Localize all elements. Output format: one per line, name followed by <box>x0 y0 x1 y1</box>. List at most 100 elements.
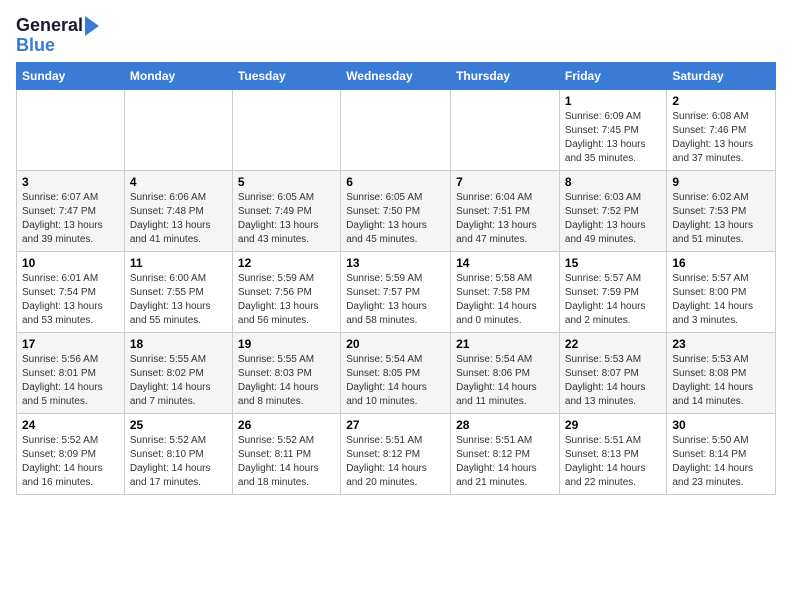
calendar-cell: 18 Sunrise: 5:55 AM Sunset: 8:02 PM Dayli… <box>124 332 232 413</box>
day-detail: Sunrise: 5:59 AM Sunset: 7:57 PM Dayligh… <box>346 273 427 326</box>
day-detail: Sunrise: 5:52 AM Sunset: 8:10 PM Dayligh… <box>130 435 211 488</box>
day-header-friday: Friday <box>559 62 666 89</box>
day-detail: Sunrise: 5:54 AM Sunset: 8:06 PM Dayligh… <box>456 354 537 407</box>
calendar-cell: 30 Sunrise: 5:50 AM Sunset: 8:14 PM Dayli… <box>667 413 776 494</box>
day-header-saturday: Saturday <box>667 62 776 89</box>
calendar-cell: 12 Sunrise: 5:59 AM Sunset: 7:56 PM Dayli… <box>232 251 340 332</box>
day-detail: Sunrise: 6:00 AM Sunset: 7:55 PM Dayligh… <box>130 273 211 326</box>
logo-blue-text: Blue <box>16 36 55 56</box>
calendar-cell: 25 Sunrise: 5:52 AM Sunset: 8:10 PM Dayli… <box>124 413 232 494</box>
day-number: 24 <box>22 418 119 432</box>
day-detail: Sunrise: 5:55 AM Sunset: 8:02 PM Dayligh… <box>130 354 211 407</box>
calendar-cell: 26Sunrise: 5:52 AM Sunset: 8:11 PM Dayli… <box>232 413 340 494</box>
day-detail: Sunrise: 6:05 AM Sunset: 7:49 PM Dayligh… <box>238 192 319 245</box>
day-detail: Sunrise: 5:51 AM Sunset: 8:13 PM Dayligh… <box>565 435 646 488</box>
day-detail: Sunrise: 5:51 AM Sunset: 8:12 PM Dayligh… <box>456 435 537 488</box>
day-number: 5 <box>238 175 335 189</box>
day-detail: Sunrise: 5:50 AM Sunset: 8:14 PM Dayligh… <box>672 435 753 488</box>
calendar-cell: 19 Sunrise: 5:55 AM Sunset: 8:03 PM Dayli… <box>232 332 340 413</box>
calendar-cell <box>341 89 451 170</box>
day-number: 13 <box>346 256 445 270</box>
logo-arrow-icon <box>85 16 99 36</box>
calendar-cell: 20 Sunrise: 5:54 AM Sunset: 8:05 PM Dayli… <box>341 332 451 413</box>
day-number: 23 <box>672 337 770 351</box>
calendar-cell <box>232 89 340 170</box>
day-number: 25 <box>130 418 227 432</box>
day-number: 22 <box>565 337 661 351</box>
day-number: 10 <box>22 256 119 270</box>
day-number: 17 <box>22 337 119 351</box>
day-number: 6 <box>346 175 445 189</box>
calendar-cell: 23 Sunrise: 5:53 AM Sunset: 8:08 PM Dayli… <box>667 332 776 413</box>
day-header-thursday: Thursday <box>451 62 560 89</box>
day-detail: Sunrise: 5:55 AM Sunset: 8:03 PM Dayligh… <box>238 354 319 407</box>
day-number: 21 <box>456 337 554 351</box>
day-detail: Sunrise: 5:53 AM Sunset: 8:08 PM Dayligh… <box>672 354 753 407</box>
day-number: 26 <box>238 418 335 432</box>
day-detail: Sunrise: 5:54 AM Sunset: 8:05 PM Dayligh… <box>346 354 427 407</box>
calendar-cell: 3Sunrise: 6:07 AM Sunset: 7:47 PM Daylig… <box>17 170 125 251</box>
calendar-cell: 15 Sunrise: 5:57 AM Sunset: 7:59 PM Dayli… <box>559 251 666 332</box>
day-header-tuesday: Tuesday <box>232 62 340 89</box>
day-header-wednesday: Wednesday <box>341 62 451 89</box>
day-header-sunday: Sunday <box>17 62 125 89</box>
calendar-header-row: SundayMondayTuesdayWednesdayThursdayFrid… <box>17 62 776 89</box>
day-number: 3 <box>22 175 119 189</box>
calendar-cell <box>451 89 560 170</box>
calendar-cell: 2 Sunrise: 6:08 AM Sunset: 7:46 PM Daylig… <box>667 89 776 170</box>
logo: General Blue <box>16 16 99 56</box>
day-number: 12 <box>238 256 335 270</box>
day-number: 7 <box>456 175 554 189</box>
day-number: 11 <box>130 256 227 270</box>
calendar-week-2: 3Sunrise: 6:07 AM Sunset: 7:47 PM Daylig… <box>17 170 776 251</box>
day-detail: Sunrise: 5:57 AM Sunset: 7:59 PM Dayligh… <box>565 273 646 326</box>
day-detail: Sunrise: 6:05 AM Sunset: 7:50 PM Dayligh… <box>346 192 427 245</box>
day-detail: Sunrise: 5:59 AM Sunset: 7:56 PM Dayligh… <box>238 273 319 326</box>
calendar-cell <box>17 89 125 170</box>
calendar-cell: 27Sunrise: 5:51 AM Sunset: 8:12 PM Dayli… <box>341 413 451 494</box>
day-detail: Sunrise: 5:53 AM Sunset: 8:07 PM Dayligh… <box>565 354 646 407</box>
day-number: 30 <box>672 418 770 432</box>
calendar-cell: 8 Sunrise: 6:03 AM Sunset: 7:52 PM Daylig… <box>559 170 666 251</box>
day-detail: Sunrise: 6:03 AM Sunset: 7:52 PM Dayligh… <box>565 192 646 245</box>
calendar-cell: 10 Sunrise: 6:01 AM Sunset: 7:54 PM Dayli… <box>17 251 125 332</box>
calendar-cell: 24 Sunrise: 5:52 AM Sunset: 8:09 PM Dayli… <box>17 413 125 494</box>
day-detail: Sunrise: 6:09 AM Sunset: 7:45 PM Dayligh… <box>565 111 646 164</box>
header: General Blue <box>16 16 776 56</box>
calendar-cell: 7 Sunrise: 6:04 AM Sunset: 7:51 PM Daylig… <box>451 170 560 251</box>
calendar-cell: 6 Sunrise: 6:05 AM Sunset: 7:50 PM Daylig… <box>341 170 451 251</box>
calendar-cell: 11 Sunrise: 6:00 AM Sunset: 7:55 PM Dayli… <box>124 251 232 332</box>
day-header-monday: Monday <box>124 62 232 89</box>
day-number: 8 <box>565 175 661 189</box>
day-number: 15 <box>565 256 661 270</box>
calendar-cell: 22 Sunrise: 5:53 AM Sunset: 8:07 PM Dayli… <box>559 332 666 413</box>
day-number: 18 <box>130 337 227 351</box>
calendar-cell: 28 Sunrise: 5:51 AM Sunset: 8:12 PM Dayli… <box>451 413 560 494</box>
calendar-week-5: 24 Sunrise: 5:52 AM Sunset: 8:09 PM Dayli… <box>17 413 776 494</box>
day-number: 9 <box>672 175 770 189</box>
calendar-cell: 4Sunrise: 6:06 AM Sunset: 7:48 PM Daylig… <box>124 170 232 251</box>
day-detail: Sunrise: 6:04 AM Sunset: 7:51 PM Dayligh… <box>456 192 537 245</box>
day-detail: Sunrise: 5:56 AM Sunset: 8:01 PM Dayligh… <box>22 354 103 407</box>
calendar-cell: 14 Sunrise: 5:58 AM Sunset: 7:58 PM Dayli… <box>451 251 560 332</box>
day-detail: Sunrise: 5:52 AM Sunset: 8:09 PM Dayligh… <box>22 435 103 488</box>
day-detail: Sunrise: 5:58 AM Sunset: 7:58 PM Dayligh… <box>456 273 537 326</box>
day-number: 14 <box>456 256 554 270</box>
day-detail: Sunrise: 6:08 AM Sunset: 7:46 PM Dayligh… <box>672 111 753 164</box>
calendar-week-3: 10 Sunrise: 6:01 AM Sunset: 7:54 PM Dayli… <box>17 251 776 332</box>
calendar-cell: 5 Sunrise: 6:05 AM Sunset: 7:49 PM Daylig… <box>232 170 340 251</box>
calendar-cell: 21 Sunrise: 5:54 AM Sunset: 8:06 PM Dayli… <box>451 332 560 413</box>
day-number: 28 <box>456 418 554 432</box>
calendar-week-4: 17 Sunrise: 5:56 AM Sunset: 8:01 PM Dayli… <box>17 332 776 413</box>
day-number: 2 <box>672 94 770 108</box>
day-number: 19 <box>238 337 335 351</box>
day-number: 16 <box>672 256 770 270</box>
calendar-cell: 17 Sunrise: 5:56 AM Sunset: 8:01 PM Dayli… <box>17 332 125 413</box>
day-number: 20 <box>346 337 445 351</box>
calendar-cell: 16Sunrise: 5:57 AM Sunset: 8:00 PM Dayli… <box>667 251 776 332</box>
calendar-cell: 29 Sunrise: 5:51 AM Sunset: 8:13 PM Dayli… <box>559 413 666 494</box>
day-detail: Sunrise: 6:01 AM Sunset: 7:54 PM Dayligh… <box>22 273 103 326</box>
logo-text: General <box>16 16 83 36</box>
calendar-cell: 13 Sunrise: 5:59 AM Sunset: 7:57 PM Dayli… <box>341 251 451 332</box>
day-number: 29 <box>565 418 661 432</box>
